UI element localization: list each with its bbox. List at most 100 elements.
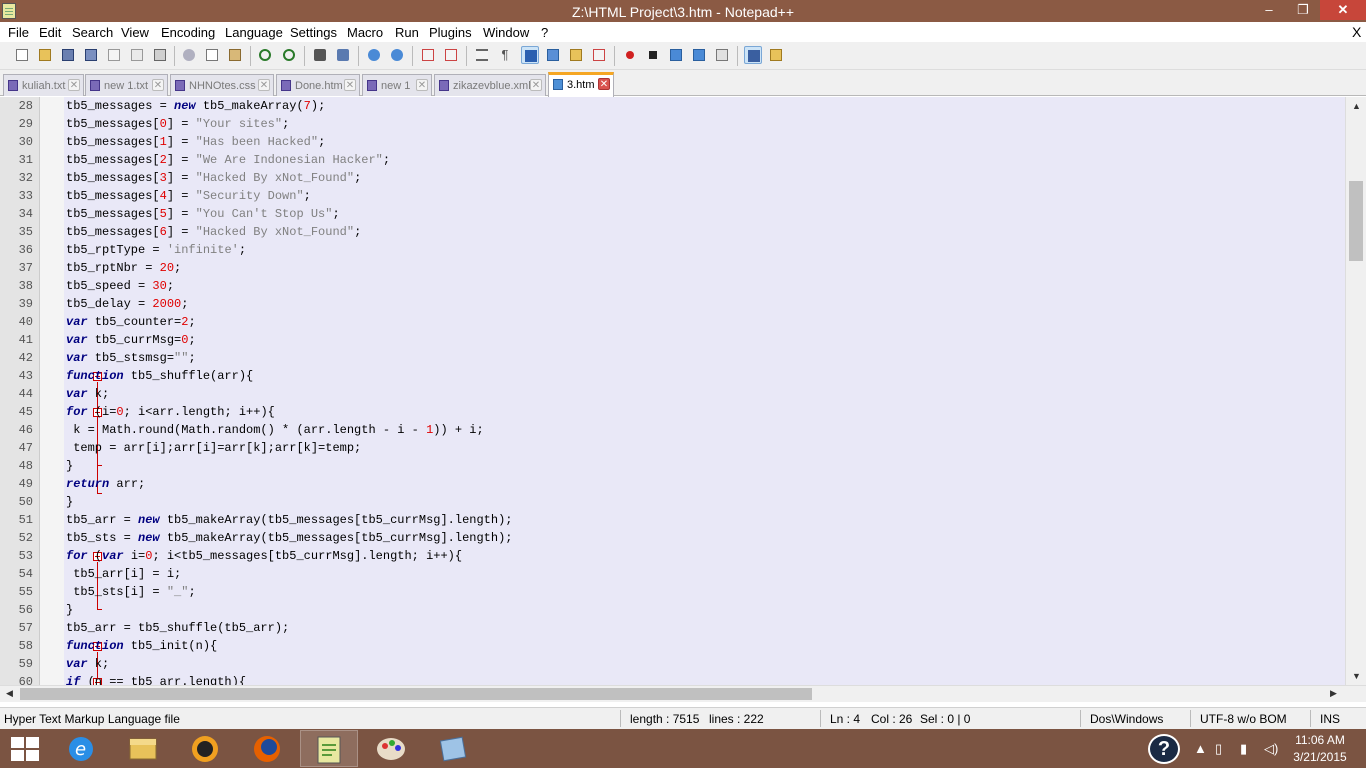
code-line[interactable]: if (n == tb5_arr.length){ <box>66 675 246 685</box>
close-icon[interactable] <box>105 46 123 64</box>
menu-settings[interactable]: Settings <box>290 25 337 40</box>
tab-3-htm[interactable]: 3.htm ✕ <box>548 72 614 97</box>
zoom-in-icon[interactable] <box>365 46 383 64</box>
tab-close-icon[interactable]: ✕ <box>152 79 164 91</box>
print-icon[interactable] <box>151 46 169 64</box>
undo-icon[interactable] <box>256 46 274 64</box>
tab-zikazevblue-xml[interactable]: zikazevblue.xml ✕ <box>434 74 546 96</box>
tab-close-icon[interactable]: ✕ <box>258 79 270 91</box>
save-all-icon[interactable] <box>82 46 100 64</box>
code-line[interactable]: for (i=0; i<arr.length; i++){ <box>66 405 275 419</box>
copy-icon[interactable] <box>203 46 221 64</box>
tab-nhnotes-css[interactable]: NHNOtes.css ✕ <box>170 74 274 96</box>
play-macro-icon[interactable] <box>667 46 685 64</box>
function-list-icon[interactable] <box>590 46 608 64</box>
cut-icon[interactable] <box>180 46 198 64</box>
tab-close-icon[interactable]: ✕ <box>344 79 356 91</box>
user-lang-icon[interactable] <box>544 46 562 64</box>
show-hidden-icons-icon[interactable]: ▲ <box>1194 741 1207 756</box>
record-macro-icon[interactable] <box>621 46 639 64</box>
tab-done-htm[interactable]: Done.htm ✕ <box>276 74 360 96</box>
word-wrap-icon[interactable] <box>473 46 491 64</box>
app-icon[interactable] <box>176 730 234 767</box>
code-line[interactable]: } <box>66 459 73 473</box>
code-line[interactable]: tb5_delay = 2000; <box>66 297 188 311</box>
find-icon[interactable] <box>311 46 329 64</box>
tab-close-icon[interactable]: ✕ <box>416 79 428 91</box>
code-line[interactable]: tb5_messages[1] = "Has been Hacked"; <box>66 135 325 149</box>
menu-window[interactable]: Window <box>483 25 529 40</box>
open-file-icon[interactable] <box>36 46 54 64</box>
code-line[interactable]: k = Math.round(Math.random() * (arr.leng… <box>66 423 484 437</box>
maximize-button[interactable]: ❐ <box>1290 0 1316 20</box>
sync-vertical-icon[interactable] <box>419 46 437 64</box>
code-line[interactable]: tb5_speed = 30; <box>66 279 174 293</box>
fold-margin[interactable] <box>40 97 102 685</box>
menu-file[interactable]: File <box>8 25 29 40</box>
code-line[interactable]: } <box>66 603 73 617</box>
app-icon-2[interactable] <box>424 730 482 767</box>
menu-run[interactable]: Run <box>395 25 419 40</box>
tab-new-1-txt[interactable]: new 1.txt ✕ <box>85 74 168 96</box>
tab-close-icon[interactable]: ✕ <box>598 78 610 90</box>
close-document-button[interactable]: X <box>1352 24 1361 40</box>
show-all-chars-icon[interactable]: ¶ <box>496 46 514 64</box>
code-line[interactable]: function tb5_shuffle(arr){ <box>66 369 253 383</box>
code-line[interactable]: tb5_rptNbr = 20; <box>66 261 181 275</box>
spell-check-icon[interactable] <box>744 46 762 64</box>
stop-macro-icon[interactable] <box>644 46 662 64</box>
replace-icon[interactable] <box>334 46 352 64</box>
zoom-out-icon[interactable] <box>388 46 406 64</box>
horizontal-scroll-thumb[interactable] <box>20 688 812 700</box>
code-line[interactable]: return arr; <box>66 477 145 491</box>
code-line[interactable]: tb5_arr[i] = i; <box>66 567 181 581</box>
tab-close-icon[interactable]: ✕ <box>530 79 542 91</box>
code-line[interactable]: tb5_arr = tb5_shuffle(tb5_arr); <box>66 621 289 635</box>
code-editor[interactable]: 28 29 30 31 32 33 34 35 36 37 38 39 40 41 42 43 44 45 46 47… <box>0 97 1366 685</box>
close-window-button[interactable]: ✕ <box>1320 0 1366 20</box>
notepad-plus-plus-icon[interactable] <box>300 730 358 767</box>
volume-icon[interactable]: ◁) <box>1264 741 1278 757</box>
minimize-button[interactable]: – <box>1256 0 1282 20</box>
indent-guide-icon[interactable] <box>521 46 539 64</box>
code-line[interactable]: } <box>66 495 73 509</box>
menu-view[interactable]: View <box>121 25 149 40</box>
code-line[interactable]: temp = arr[i];arr[i]=arr[k];arr[k]=temp; <box>66 441 361 455</box>
firefox-icon[interactable] <box>238 730 296 767</box>
code-line[interactable]: var k; <box>66 657 109 671</box>
run-macro-multiple-icon[interactable] <box>690 46 708 64</box>
scroll-up-icon[interactable]: ▲ <box>1352 101 1361 111</box>
code-line[interactable]: tb5_sts = new tb5_makeArray(tb5_messages… <box>66 531 512 545</box>
code-line[interactable]: tb5_messages[4] = "Security Down"; <box>66 189 311 203</box>
code-line[interactable]: tb5_messages[3] = "Hacked By xNot_Found"… <box>66 171 361 185</box>
code-line[interactable]: tb5_sts[i] = "_"; <box>66 585 195 599</box>
scroll-right-icon[interactable]: ▶ <box>1330 688 1337 699</box>
network-icon[interactable]: ▯ <box>1215 741 1222 757</box>
menu-language[interactable]: Language <box>225 25 283 40</box>
doc-map-icon[interactable] <box>567 46 585 64</box>
menu-plugins[interactable]: Plugins <box>429 25 472 40</box>
code-line[interactable]: tb5_rptType = 'infinite'; <box>66 243 246 257</box>
scroll-left-icon[interactable]: ◀ <box>6 688 13 699</box>
scroll-down-icon[interactable]: ▼ <box>1352 671 1361 681</box>
code-line[interactable]: function tb5_init(n){ <box>66 639 217 653</box>
redo-icon[interactable] <box>280 46 298 64</box>
code-line[interactable]: tb5_messages[0] = "Your sites"; <box>66 117 289 131</box>
taskbar-time[interactable]: 11:06 AM <box>1282 733 1358 747</box>
action-center-icon[interactable]: ▮ <box>1240 741 1247 757</box>
vertical-scroll-thumb[interactable] <box>1349 181 1363 261</box>
menu-macro[interactable]: Macro <box>347 25 383 40</box>
file-explorer-icon[interactable] <box>114 730 172 767</box>
close-all-icon[interactable] <box>128 46 146 64</box>
code-line[interactable]: var tb5_counter=2; <box>66 315 196 329</box>
taskbar-date[interactable]: 3/21/2015 <box>1282 750 1358 764</box>
menu-search[interactable]: Search <box>72 25 113 40</box>
tab-new-1[interactable]: new 1 ✕ <box>362 74 432 96</box>
start-button[interactable] <box>11 737 39 761</box>
code-line[interactable]: for (var i=0; i<tb5_messages[tb5_currMsg… <box>66 549 462 563</box>
code-line[interactable]: tb5_arr = new tb5_makeArray(tb5_messages… <box>66 513 512 527</box>
code-line[interactable]: tb5_messages = new tb5_makeArray(7); <box>66 99 325 113</box>
tab-close-icon[interactable]: ✕ <box>68 79 80 91</box>
paint-icon[interactable] <box>362 730 420 767</box>
code-line[interactable]: var tb5_currMsg=0; <box>66 333 196 347</box>
